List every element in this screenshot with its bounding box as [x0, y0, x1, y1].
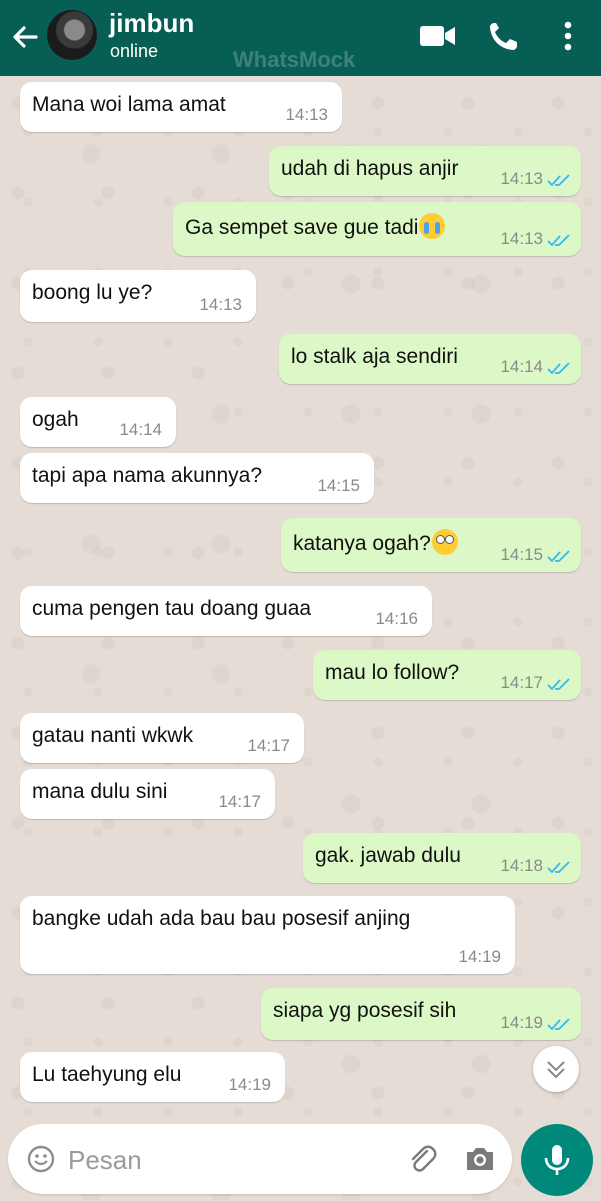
message-text: ogah [32, 408, 79, 431]
microphone-icon [544, 1145, 570, 1175]
contact-avatar[interactable] [47, 10, 97, 60]
contact-name[interactable]: jimbun [109, 8, 194, 39]
message-time: 14:17 [247, 736, 290, 755]
message-text: Ga sempet save gue tadi [185, 213, 446, 240]
message-bubble-outgoing[interactable]: gak. jawab dulu 14:18 [303, 833, 581, 883]
app-watermark: WhatsMock [233, 47, 356, 72]
message-text: udah di hapus anjir [281, 157, 459, 180]
message-time: 14:13 [199, 295, 242, 314]
voice-record-button[interactable] [521, 1124, 593, 1196]
read-ticks-icon [547, 861, 570, 874]
video-camera-icon [420, 26, 455, 46]
message-text: boong lu ye? [32, 281, 153, 304]
message-bubble-incoming[interactable]: Mana woi lama amat 14:13 [20, 82, 342, 132]
message-time: 14:16 [375, 609, 418, 628]
message-text: mana dulu sini [32, 780, 168, 803]
eye-roll-emoji [431, 529, 458, 555]
message-text: siapa yg posesif sih [273, 999, 457, 1022]
message-time: 14:18 [500, 856, 543, 875]
scroll-to-bottom-button[interactable] [533, 1046, 579, 1092]
chat-header: jimbun online WhatsMock [0, 0, 601, 76]
message-time: 14:19 [500, 1013, 543, 1032]
crying-face-emoji [419, 213, 446, 239]
message-bubble-outgoing[interactable]: lo stalk aja sendiri 14:14 [279, 334, 581, 384]
double-chevron-down-icon [547, 1061, 565, 1079]
back-button[interactable] [8, 20, 42, 54]
message-bubble-outgoing[interactable]: Ga sempet save gue tadi 14:13 [173, 202, 581, 256]
message-time: 14:14 [119, 420, 162, 439]
message-bubble-outgoing[interactable]: siapa yg posesif sih 14:19 [261, 988, 581, 1040]
camera-icon[interactable] [463, 1142, 497, 1176]
message-time: 14:15 [317, 476, 360, 495]
read-ticks-icon [547, 550, 570, 563]
message-bubble-outgoing[interactable]: katanya ogah? 14:15 [281, 518, 581, 572]
message-text: katanya ogah? [293, 529, 458, 556]
message-text: mau lo follow? [325, 661, 460, 684]
phone-icon [490, 23, 517, 50]
voice-call-button[interactable] [484, 18, 524, 54]
message-bubble-incoming[interactable]: mana dulu sini 14:17 [20, 769, 275, 819]
read-ticks-icon [547, 1018, 570, 1031]
message-input[interactable] [66, 1138, 390, 1182]
contact-status: online [110, 41, 159, 61]
message-time: 14:19 [228, 1075, 271, 1094]
read-ticks-icon [547, 174, 570, 187]
message-text: gatau nanti wkwk [32, 724, 194, 747]
smiley-icon[interactable] [26, 1144, 56, 1174]
message-bubble-outgoing[interactable]: mau lo follow? 14:17 [313, 650, 581, 700]
message-composer [8, 1124, 512, 1194]
message-bubble-incoming[interactable]: gatau nanti wkwk 14:17 [20, 713, 304, 763]
read-ticks-icon [547, 362, 570, 375]
video-call-button[interactable] [418, 18, 458, 54]
message-text: bangke udah ada bau bau posesif anjing [32, 907, 411, 930]
message-text: Mana woi lama amat [32, 93, 226, 116]
message-time: 14:13 [285, 105, 328, 124]
message-bubble-incoming[interactable]: Lu taehyung elu 14:19 [20, 1052, 285, 1102]
message-time: 14:15 [500, 545, 543, 564]
message-time: 14:19 [458, 947, 501, 966]
paperclip-icon[interactable] [405, 1142, 439, 1176]
message-text: cuma pengen tau doang guaa [32, 597, 312, 620]
message-text: Lu taehyung elu [32, 1063, 182, 1086]
message-time: 14:14 [500, 357, 543, 376]
message-bubble-incoming[interactable]: tapi apa nama akunnya? 14:15 [20, 453, 374, 503]
message-time: 14:17 [500, 673, 543, 692]
message-time: 14:13 [500, 169, 543, 188]
more-vertical-icon [564, 21, 572, 51]
message-text: lo stalk aja sendiri [291, 345, 458, 368]
message-bubble-incoming[interactable]: ogah 14:14 [20, 397, 176, 447]
message-text: tapi apa nama akunnya? [32, 464, 263, 487]
message-time: 14:13 [500, 229, 543, 248]
message-bubble-incoming[interactable]: cuma pengen tau doang guaa 14:16 [20, 586, 432, 636]
read-ticks-icon [547, 678, 570, 691]
read-ticks-icon [547, 234, 570, 247]
arrow-left-icon [13, 26, 38, 48]
message-bubble-incoming[interactable]: boong lu ye? 14:13 [20, 270, 256, 322]
message-bubble-outgoing[interactable]: udah di hapus anjir 14:13 [269, 146, 581, 196]
message-time: 14:17 [218, 792, 261, 811]
more-options-button[interactable] [548, 18, 588, 54]
message-bubble-incoming[interactable]: bangke udah ada bau bau posesif anjing 1… [20, 896, 515, 974]
message-text: gak. jawab dulu [315, 844, 461, 867]
